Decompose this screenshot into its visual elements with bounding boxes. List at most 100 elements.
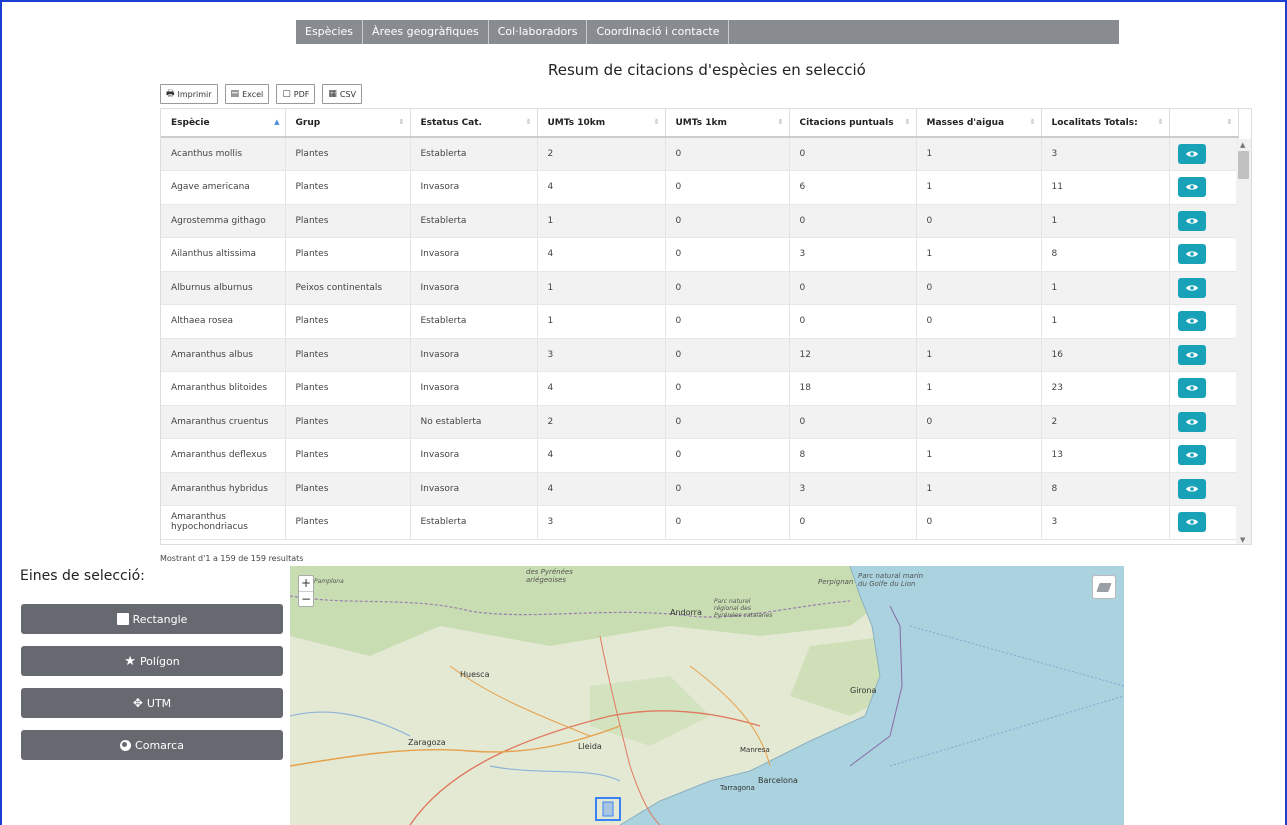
table-cell: 3 bbox=[1041, 137, 1170, 171]
column-header-estatus[interactable]: Estatus Cat. ⇕ bbox=[410, 109, 538, 138]
table-cell: Invasora bbox=[410, 472, 538, 506]
sort-icon: ⇕ bbox=[1029, 118, 1036, 126]
scrollbar-thumb[interactable] bbox=[1238, 151, 1249, 179]
table-cell: Invasora bbox=[410, 237, 538, 272]
excel-file-icon: ▤ bbox=[230, 89, 240, 99]
layers-button[interactable] bbox=[1092, 575, 1116, 599]
view-details-button[interactable] bbox=[1177, 478, 1206, 499]
eye-icon bbox=[1185, 184, 1198, 190]
table-cell-actions bbox=[1169, 271, 1239, 305]
table-cell: 0 bbox=[665, 304, 790, 339]
csv-button[interactable]: ▦ CSV bbox=[322, 84, 363, 104]
zoom-out-button[interactable]: − bbox=[299, 591, 313, 606]
scroll-down-arrow-icon[interactable]: ▼ bbox=[1240, 536, 1245, 544]
eye-icon bbox=[1185, 419, 1198, 425]
column-header-masses-aigua[interactable]: Masses d'aigua ⇕ bbox=[916, 109, 1042, 138]
map-label-pyrenees-ariegeoises: des Pyrénées ariégeoises bbox=[526, 568, 573, 584]
crosshair-icon: ✥ bbox=[132, 696, 143, 710]
table-cell: 8 bbox=[1041, 472, 1170, 506]
utm-button[interactable]: ✥ UTM bbox=[21, 688, 283, 718]
table-scrollbar[interactable]: ▲ ▼ bbox=[1236, 139, 1251, 544]
eye-icon bbox=[1185, 251, 1198, 257]
view-details-button[interactable] bbox=[1177, 277, 1206, 298]
table-cell: 1 bbox=[916, 472, 1042, 506]
polygon-button[interactable]: ★ Polígon bbox=[21, 646, 283, 676]
table-row: Amaranthus cruentus Plantes No establerta 2… bbox=[161, 405, 1239, 439]
export-toolbar: 🖶 Imprimir ▤ Excel ▢ PDF ▦ CSV bbox=[160, 84, 363, 104]
column-header-umts-1km[interactable]: UMTs 1km ⇕ bbox=[665, 109, 790, 138]
column-label: Grup bbox=[295, 117, 321, 128]
excel-button[interactable]: ▤ Excel bbox=[224, 84, 270, 104]
table-icon: ▦ bbox=[328, 89, 337, 99]
view-details-button[interactable] bbox=[1177, 311, 1206, 332]
printer-icon: 🖶 bbox=[166, 89, 175, 99]
star-icon: ★ bbox=[124, 653, 136, 669]
view-details-button[interactable] bbox=[1177, 411, 1206, 432]
table-cell: 1 bbox=[916, 438, 1042, 473]
view-details-button[interactable] bbox=[1177, 445, 1206, 466]
column-header-localitats-totals[interactable]: Localitats Totals: ⇕ bbox=[1041, 109, 1170, 138]
table-cell: Althaea rosea bbox=[161, 304, 286, 339]
rectangle-button[interactable]: Rectangle bbox=[21, 604, 283, 634]
map-label-barcelona: Barcelona bbox=[758, 776, 798, 785]
table-cell: 1 bbox=[537, 271, 666, 305]
sort-icon: ⇕ bbox=[398, 118, 405, 126]
nav-coordinacio-contacte[interactable]: Coordinació i contacte bbox=[587, 20, 730, 44]
sort-asc-icon: ▲ bbox=[274, 118, 280, 126]
table-cell: 1 bbox=[916, 338, 1042, 372]
map-view[interactable]: + − Huesca Zaragoza Lleida Barcelona And… bbox=[290, 566, 1124, 825]
table-cell: 13 bbox=[1041, 438, 1170, 473]
table-cell: Establerta bbox=[410, 137, 538, 171]
species-table-container: Espècie ▲ Grup ⇕ Estatus Cat. ⇕ UMTs 10km ⇕ … bbox=[160, 108, 1252, 545]
column-header-citacions-puntuals[interactable]: Citacions puntuals ⇕ bbox=[789, 109, 917, 138]
table-cell: 0 bbox=[665, 505, 790, 540]
table-cell: 1 bbox=[916, 237, 1042, 272]
results-info: Mostrant d'1 a 159 de 159 resultats bbox=[160, 554, 304, 563]
sort-icon: ⇕ bbox=[653, 118, 660, 126]
table-cell: Amaranthus hypochondriacus bbox=[161, 505, 286, 540]
table-cell: 8 bbox=[789, 438, 917, 473]
table-cell: 2 bbox=[537, 405, 666, 439]
sort-icon: ⇕ bbox=[904, 118, 911, 126]
table-cell-actions bbox=[1169, 371, 1239, 406]
table-cell-actions bbox=[1169, 338, 1239, 372]
column-header-actions[interactable]: ⇕ bbox=[1169, 109, 1239, 138]
csv-label: CSV bbox=[339, 89, 357, 99]
table-cell-actions bbox=[1169, 405, 1239, 439]
view-details-button[interactable] bbox=[1177, 378, 1206, 399]
view-details-button[interactable] bbox=[1177, 144, 1206, 164]
table-cell: Invasora bbox=[410, 371, 538, 406]
table-cell: 0 bbox=[665, 271, 790, 305]
table-cell: 18 bbox=[789, 371, 917, 406]
view-details-button[interactable] bbox=[1177, 210, 1206, 231]
column-header-grup[interactable]: Grup ⇕ bbox=[285, 109, 411, 138]
nav-arees-geografiques[interactable]: Àrees geogràfiques bbox=[363, 20, 489, 44]
view-details-button[interactable] bbox=[1177, 244, 1206, 265]
nav-collaboradors[interactable]: Col·laboradors bbox=[489, 20, 588, 44]
table-cell: 0 bbox=[916, 271, 1042, 305]
table-cell: Invasora bbox=[410, 438, 538, 473]
column-label: Espècie bbox=[171, 117, 210, 128]
comarca-button[interactable]: Comarca bbox=[21, 730, 283, 760]
table-cell: Agrostemma githago bbox=[161, 204, 286, 238]
rectangle-label: Rectangle bbox=[132, 612, 188, 626]
nav-especies[interactable]: Espècies bbox=[296, 20, 364, 44]
view-details-button[interactable] bbox=[1177, 344, 1206, 365]
table-cell: 1 bbox=[916, 170, 1042, 205]
column-header-umts-10km[interactable]: UMTs 10km ⇕ bbox=[537, 109, 666, 138]
pdf-button[interactable]: ▢ PDF bbox=[276, 84, 316, 104]
view-details-button[interactable] bbox=[1177, 512, 1206, 533]
view-details-button[interactable] bbox=[1177, 177, 1206, 198]
table-cell: 0 bbox=[665, 438, 790, 473]
print-button[interactable]: 🖶 Imprimir bbox=[160, 84, 218, 104]
zoom-in-button[interactable]: + bbox=[299, 576, 313, 591]
column-header-especie[interactable]: Espècie ▲ bbox=[161, 109, 286, 138]
map-label-lleida: Lleida bbox=[578, 742, 602, 751]
table-cell: 0 bbox=[665, 338, 790, 372]
table-cell: 0 bbox=[789, 137, 917, 171]
table-cell: 3 bbox=[1041, 505, 1170, 540]
scroll-up-arrow-icon[interactable]: ▲ bbox=[1240, 141, 1245, 149]
table-cell: Plantes bbox=[285, 505, 411, 540]
zoom-control: + − bbox=[298, 575, 314, 607]
table-cell: Establerta bbox=[410, 204, 538, 238]
